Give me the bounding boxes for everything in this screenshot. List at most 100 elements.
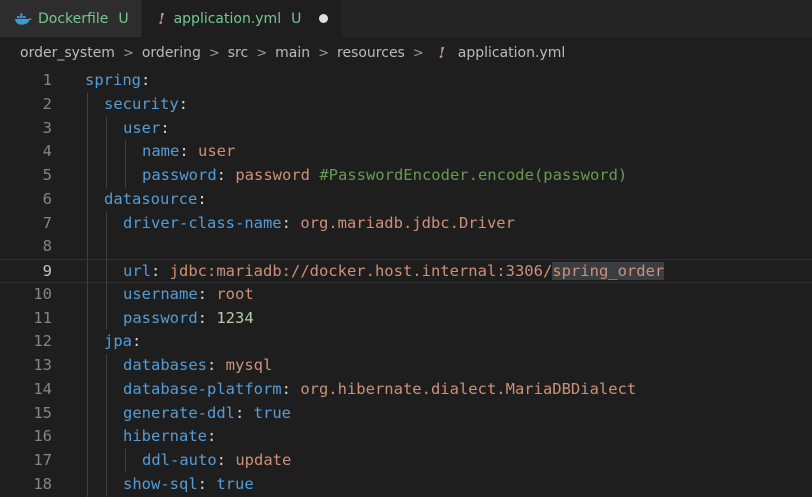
code-content: ddl-auto: update bbox=[85, 449, 291, 473]
indent-guide bbox=[87, 282, 88, 307]
indent-guide bbox=[87, 472, 88, 497]
code-content: name: user bbox=[85, 140, 235, 164]
untracked-badge: U bbox=[291, 10, 302, 27]
code-line[interactable]: 3 user: bbox=[0, 116, 812, 141]
yaml-colon: : bbox=[207, 427, 217, 446]
code-content: generate-ddl: true bbox=[85, 401, 291, 426]
highlighted-value: spring_order bbox=[552, 262, 665, 280]
indent-guide bbox=[87, 306, 88, 331]
tab-bar: Dockerfile U ! application.yml U bbox=[0, 0, 812, 37]
yaml-colon: : bbox=[281, 379, 301, 398]
yaml-colon: : bbox=[216, 451, 236, 469]
chevron-right-icon: > bbox=[318, 45, 329, 61]
code-line[interactable]: 10 username: root bbox=[0, 282, 812, 307]
line-number: 5 bbox=[42, 166, 52, 184]
code-line[interactable]: 4 name: user bbox=[0, 140, 812, 164]
line-number: 4 bbox=[42, 142, 52, 161]
code-editor[interactable]: 1 spring: 2 security: 3 user: 4 name: user 5 pass… bbox=[0, 69, 812, 497]
code-line[interactable]: 7 driver-class-name: org.mariadb.jdbc.Dri… bbox=[0, 211, 812, 236]
code-line[interactable]: 13 databases: mysql bbox=[0, 354, 812, 378]
line-number: 18 bbox=[33, 474, 52, 493]
indent-guide bbox=[87, 116, 88, 141]
code-line[interactable]: 8 bbox=[0, 235, 812, 259]
code-line[interactable]: 6 datasource: bbox=[0, 187, 812, 212]
chevron-right-icon: > bbox=[122, 45, 134, 61]
code-line[interactable]: 9 url: jdbc:mariadb://docker.host.interna… bbox=[0, 259, 812, 283]
indent-guide bbox=[87, 377, 88, 402]
line-number: 10 bbox=[33, 284, 52, 303]
indent-guide bbox=[87, 260, 88, 282]
indent-guide bbox=[106, 354, 107, 378]
indent-guide bbox=[87, 211, 88, 236]
code-content: show-sql: true bbox=[85, 472, 254, 497]
tab-label: Dockerfile bbox=[38, 10, 109, 27]
code-line[interactable]: 1 spring: bbox=[0, 69, 812, 93]
yaml-colon: : bbox=[160, 118, 170, 137]
yaml-value: password bbox=[235, 166, 310, 184]
yaml-key: jpa bbox=[104, 332, 132, 351]
code-content: password: password #PasswordEncoder.enco… bbox=[85, 164, 627, 188]
yaml-value: update bbox=[235, 451, 292, 469]
code-content: password: 1234 bbox=[85, 306, 254, 331]
indent-guide bbox=[87, 92, 88, 117]
indent-guide bbox=[87, 449, 88, 473]
yaml-colon: : bbox=[216, 166, 236, 184]
line-number: 13 bbox=[33, 356, 52, 374]
yaml-colon: : bbox=[132, 332, 142, 351]
code-content: username: root bbox=[85, 282, 254, 307]
indent-guide bbox=[87, 425, 88, 449]
yaml-key: driver-class-name bbox=[123, 213, 282, 232]
chevron-right-icon: > bbox=[256, 45, 268, 61]
code-content: url: jdbc:mariadb://docker.host.internal… bbox=[85, 260, 665, 282]
unsaved-dot-icon[interactable] bbox=[319, 14, 329, 23]
code-content: user: bbox=[85, 116, 170, 141]
yaml-value: mysql bbox=[225, 356, 273, 374]
code-line[interactable]: 17 ddl-auto: update bbox=[0, 449, 812, 473]
code-content: database-platform: org.hibernate.dialect… bbox=[85, 377, 637, 402]
yaml-number: 1234 bbox=[216, 308, 254, 327]
breadcrumb-item[interactable]: main bbox=[275, 45, 310, 61]
yaml-boolean: true bbox=[253, 403, 291, 422]
yaml-key: password bbox=[123, 308, 198, 327]
code-content: datasource: bbox=[85, 187, 207, 212]
code-line[interactable]: 18 show-sql: true bbox=[0, 472, 812, 497]
yaml-colon: : bbox=[178, 94, 188, 113]
code-content: databases: mysql bbox=[85, 354, 272, 378]
tab-application-yml[interactable]: ! application.yml U bbox=[141, 0, 344, 37]
line-number: 16 bbox=[33, 427, 52, 446]
code-line[interactable]: 14 database-platform: org.hibernate.diale… bbox=[0, 377, 812, 402]
code-line[interactable]: 12 jpa: bbox=[0, 330, 812, 354]
code-line[interactable]: 11 password: 1234 bbox=[0, 306, 812, 331]
docker-icon bbox=[15, 13, 32, 25]
line-number: 12 bbox=[33, 332, 52, 351]
tab-dockerfile[interactable]: Dockerfile U bbox=[0, 0, 142, 37]
yaml-key: url bbox=[123, 262, 151, 280]
yaml-value: org.hibernate.dialect.MariaDBDialect bbox=[300, 379, 637, 398]
code-content: driver-class-name: org.mariadb.jdbc.Driv… bbox=[85, 211, 515, 236]
yaml-value: root bbox=[216, 284, 254, 303]
yaml-key: databases bbox=[123, 356, 207, 374]
yaml-key: database-platform bbox=[123, 379, 282, 398]
yaml-colon: : bbox=[197, 308, 217, 327]
breadcrumb-item[interactable]: order_system bbox=[20, 45, 115, 61]
yaml-colon: : bbox=[151, 262, 170, 280]
indent-guide bbox=[106, 211, 107, 236]
breadcrumb-item[interactable]: src bbox=[228, 45, 248, 61]
indent-guide bbox=[87, 401, 88, 426]
code-line[interactable]: 15 generate-ddl: true bbox=[0, 401, 812, 426]
indent-guide bbox=[106, 282, 107, 307]
indent-guide bbox=[106, 377, 107, 402]
yaml-key: ddl-auto bbox=[142, 451, 217, 469]
indent-guide bbox=[87, 330, 88, 354]
code-line[interactable]: 5 password: password #PasswordEncoder.enc… bbox=[0, 164, 812, 188]
yaml-key: datasource bbox=[104, 189, 198, 208]
code-line[interactable]: 16 hibernate: bbox=[0, 425, 812, 449]
line-number: 14 bbox=[33, 379, 52, 398]
indent-guide bbox=[106, 116, 107, 141]
breadcrumb-item[interactable]: resources bbox=[337, 45, 405, 61]
indent-guide bbox=[106, 164, 107, 188]
breadcrumb-item[interactable]: ordering bbox=[142, 45, 201, 61]
indent-guide bbox=[87, 354, 88, 378]
code-line[interactable]: 2 security: bbox=[0, 92, 812, 117]
breadcrumb-item[interactable]: application.yml bbox=[458, 45, 566, 61]
